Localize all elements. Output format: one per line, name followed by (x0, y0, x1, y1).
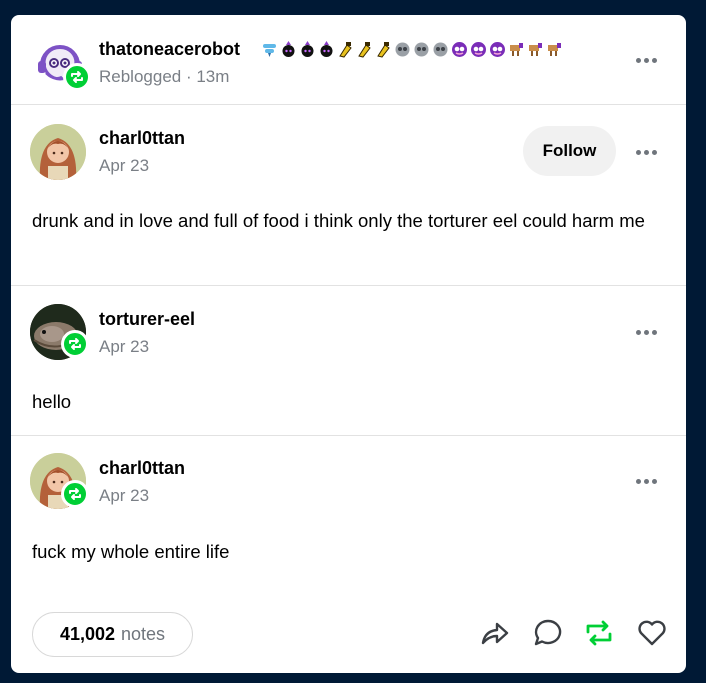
like-heart-icon[interactable] (636, 617, 668, 649)
author-name[interactable]: charl0ttan (99, 128, 185, 149)
notes-button[interactable]: 41,002 notes (32, 612, 193, 657)
beer-badge-icon (358, 41, 371, 58)
author-name[interactable]: charl0ttan (99, 458, 185, 479)
share-icon[interactable] (479, 617, 511, 649)
robot-head-badge-icon (395, 42, 410, 56)
more-options-icon[interactable] (630, 142, 662, 162)
post-card: thatoneacerobot Reblogged · 13m charl0tt… (11, 15, 686, 673)
reblogger-avatar[interactable] (32, 35, 91, 91)
notes-label: notes (121, 624, 166, 644)
portrait-avatar-icon (30, 124, 86, 180)
reblog-badge-icon (63, 63, 91, 91)
witch-hat-badge-icon (301, 40, 314, 57)
reblogger-name[interactable]: thatoneacerobot (99, 39, 240, 60)
reblog-icon[interactable] (583, 617, 615, 649)
more-options-icon[interactable] (630, 322, 662, 342)
author-avatar[interactable] (30, 304, 89, 360)
witch-hat-badge-icon (282, 40, 295, 57)
purple-face-badge-icon (452, 41, 467, 57)
blog-badges[interactable] (261, 38, 563, 60)
camel-badge-icon (548, 42, 561, 56)
beer-badge-icon (339, 41, 352, 58)
post-body: fuck my whole entire life (32, 541, 230, 562)
post-header: thatoneacerobot Reblogged · 13m (11, 15, 686, 105)
comment-icon[interactable] (532, 617, 564, 649)
more-options-icon[interactable] (630, 471, 662, 491)
more-options-icon[interactable] (630, 50, 662, 70)
post-date[interactable]: Apr 23 (99, 337, 149, 357)
ice-cream-badge-icon (263, 43, 276, 57)
robot-head-badge-icon (414, 42, 429, 56)
post-body: drunk and in love and full of food i thi… (32, 210, 645, 231)
beer-badge-icon (377, 41, 390, 58)
reblog-badge-icon (61, 480, 89, 508)
author-avatar[interactable] (30, 453, 89, 509)
camel-badge-icon (510, 42, 523, 56)
reblog-trail-item: charl0ttan Apr 23 fuck my whole entire l… (11, 436, 686, 596)
reblog-meta: Reblogged · 13m (99, 67, 230, 86)
reblog-trail-item: charl0ttan Apr 23 Follow drunk and in lo… (11, 105, 686, 286)
witch-hat-badge-icon (320, 40, 333, 57)
author-name[interactable]: torturer-eel (99, 309, 195, 330)
post-body: hello (32, 391, 72, 412)
reblog-trail-item: torturer-eel Apr 23 hello (11, 286, 686, 436)
robot-head-badge-icon (433, 42, 448, 56)
reblog-badge-icon (61, 330, 89, 358)
post-date[interactable]: Apr 23 (99, 156, 149, 176)
purple-face-badge-icon (490, 41, 505, 57)
purple-face-badge-icon (471, 41, 486, 57)
notes-count: 41,002 (59, 624, 115, 644)
author-avatar[interactable] (30, 124, 86, 180)
follow-button[interactable]: Follow (523, 126, 616, 176)
camel-badge-icon (529, 42, 542, 56)
post-date[interactable]: Apr 23 (99, 486, 149, 506)
